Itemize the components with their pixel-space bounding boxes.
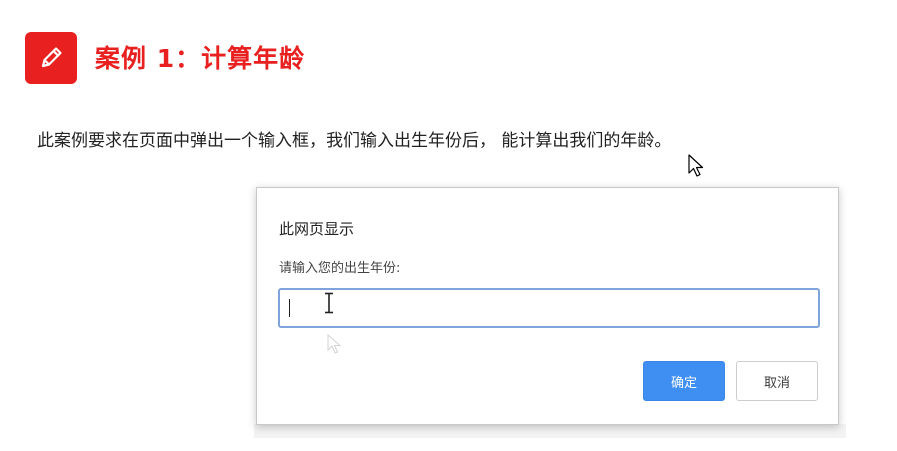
birth-year-input[interactable] bbox=[278, 288, 820, 328]
cancel-button[interactable]: 取消 bbox=[736, 361, 818, 401]
dialog-backdrop-strip bbox=[254, 424, 846, 438]
dialog-message: 请输入您的出生年份: bbox=[279, 261, 401, 276]
mouse-pointer-icon bbox=[688, 154, 704, 177]
text-caret bbox=[289, 299, 290, 317]
ghost-pointer-icon bbox=[327, 334, 342, 354]
case-description: 此案例要求在页面中弹出一个输入框，我们输入出生年份后， 能计算出我们的年龄。 bbox=[37, 131, 672, 151]
prompt-dialog: 此网页显示 请输入您的出生年份: 确定 取消 bbox=[256, 187, 839, 425]
page-title: 案例 1：计算年龄 bbox=[95, 44, 306, 73]
title-badge bbox=[25, 32, 77, 84]
pencil-icon bbox=[41, 47, 62, 68]
ok-button[interactable]: 确定 bbox=[643, 361, 725, 401]
dialog-title: 此网页显示 bbox=[279, 220, 355, 238]
text-cursor-icon bbox=[325, 292, 333, 314]
